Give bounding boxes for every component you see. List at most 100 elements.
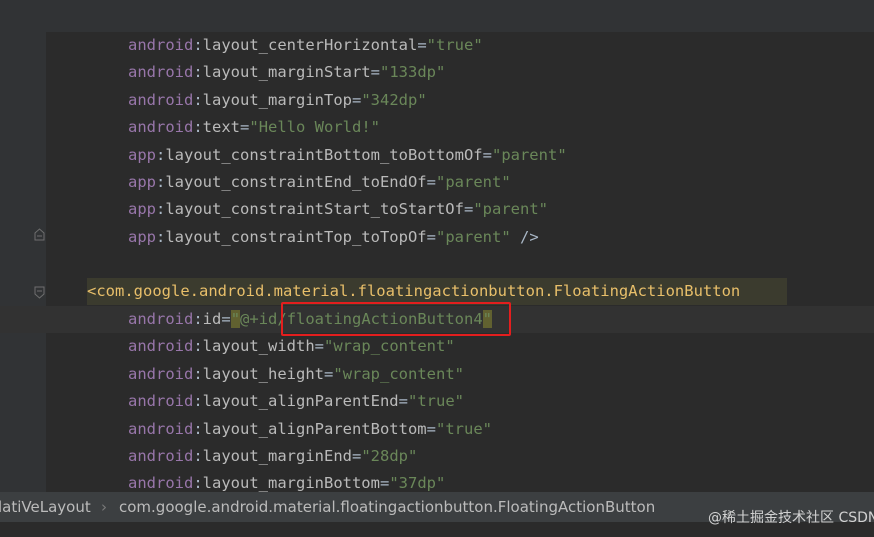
close-quote: " [482, 419, 492, 438]
equals: = [324, 364, 334, 383]
close-quote: " [408, 447, 418, 465]
code-line[interactable]: android:layout_width="wrap_content" [0, 333, 874, 360]
equals: = [379, 474, 390, 493]
code-editor[interactable]: android:layout_centerHorizontal="true" an… [0, 0, 874, 537]
close-quote: " [501, 173, 511, 191]
close-quote: " [436, 63, 446, 82]
code-line[interactable]: android:layout_alignParentBottom="true" [0, 416, 874, 443]
attribute-value: parent [482, 200, 539, 219]
attribute-name: text [202, 118, 240, 137]
tag-name: com.google.android.material.floatingacti… [96, 282, 741, 300]
namespace-prefix: app [128, 173, 156, 191]
attribute-name: layout_width [202, 337, 315, 356]
colon: : [156, 173, 166, 191]
code-line[interactable]: android:layout_marginEnd="28dp" [0, 443, 874, 470]
attribute-value: parent [445, 227, 502, 246]
namespace-prefix: android [128, 474, 194, 493]
code-line[interactable]: android:layout_centerHorizontal="true" [0, 32, 874, 59]
equals: = [426, 419, 436, 438]
open-quote: " [435, 173, 446, 191]
equals: = [351, 447, 362, 465]
code-line[interactable]: android:layout_marginTop="342dp" [0, 87, 874, 114]
attribute-name: layout_marginEnd [202, 447, 352, 465]
element-tag-line[interactable]: <com.google.android.material.floatingact… [0, 278, 874, 305]
code-line[interactable]: android:layout_alignParentEnd="true" [0, 388, 874, 415]
tag-open-bracket: < [87, 282, 97, 300]
attribute-value: true [436, 36, 474, 54]
colon: : [193, 474, 203, 493]
annotation-highlight-box [281, 302, 511, 336]
attribute-value: wrap_content [333, 337, 446, 356]
attribute-name: layout_constraintBottom_toBottomOf [165, 145, 483, 164]
code-line[interactable]: app:layout_constraintEnd_toEndOf="parent… [0, 169, 874, 196]
colon: : [156, 200, 166, 219]
namespace-prefix: android [128, 419, 194, 438]
breadcrumb-item-fab[interactable]: com.google.android.material.floatingacti… [119, 492, 655, 522]
open-quote: " [324, 337, 334, 356]
namespace-prefix: app [128, 200, 156, 219]
open-quote: " [249, 118, 259, 137]
equals: = [351, 90, 362, 109]
namespace-prefix: android [128, 447, 194, 465]
colon: : [193, 310, 203, 328]
open-quote: " [473, 200, 483, 219]
close-quote: " [454, 364, 465, 383]
namespace-prefix: android [128, 90, 194, 109]
code-line[interactable]: app:layout_constraintStart_toStartOf="pa… [0, 196, 874, 223]
open-quote: " [435, 419, 446, 438]
equals: = [426, 173, 436, 191]
equals: = [463, 200, 474, 219]
colon: : [193, 90, 203, 109]
colon: : [156, 145, 166, 164]
code-line[interactable]: app:layout_constraintTop_toTopOf="parent… [0, 224, 874, 251]
attribute-name: layout_centerHorizontal [202, 36, 418, 54]
close-quote: " [538, 200, 548, 219]
attribute-name: layout_constraintStart_toStartOf [165, 200, 464, 219]
open-quote: " [491, 145, 502, 164]
close-quote: " [417, 90, 427, 109]
attribute-name: layout_constraintTop_toTopOf [165, 227, 427, 246]
attribute-value: 37dp [398, 474, 436, 493]
breadcrumb-item-layout[interactable]: latiVeLayout [0, 492, 91, 522]
attribute-name: layout_alignParentBottom [202, 419, 427, 438]
close-quote: " [436, 474, 446, 493]
colon: : [193, 36, 203, 54]
equals: = [221, 310, 231, 328]
attribute-value: Hello World! [258, 118, 371, 137]
open-quote: " [333, 364, 343, 383]
attribute-name: layout_marginTop [202, 90, 352, 109]
colon: : [193, 364, 203, 383]
colon: : [193, 63, 203, 82]
namespace-prefix: app [128, 145, 156, 164]
attribute-value: wrap_content [342, 364, 455, 383]
namespace-prefix: android [128, 118, 194, 137]
equals: = [314, 337, 324, 356]
namespace-prefix: android [128, 392, 194, 411]
open-quote: " [230, 310, 241, 328]
code-line[interactable]: app:layout_constraintBottom_toBottomOf="… [0, 142, 874, 169]
colon: : [193, 419, 203, 438]
attribute-name: layout_constraintEnd_toEndOf [165, 173, 427, 191]
close-quote: " [370, 118, 381, 137]
code-line[interactable]: android:layout_height="wrap_content" [0, 361, 874, 388]
attribute-name: layout_height [202, 364, 324, 383]
code-line[interactable]: android:layout_marginStart="133dp" [0, 59, 874, 86]
namespace-prefix: android [128, 337, 194, 356]
attribute-value: 342dp [370, 90, 418, 109]
close-quote: " [501, 227, 511, 246]
open-quote: " [380, 63, 390, 82]
code-line[interactable]: android:text="Hello World!" [0, 114, 874, 141]
equals: = [482, 145, 492, 164]
open-quote: " [389, 474, 399, 493]
colon: : [193, 447, 203, 465]
equals: = [398, 392, 408, 411]
close-quote: " [454, 392, 464, 411]
open-quote: " [426, 36, 436, 54]
tag-close: /> [510, 227, 539, 246]
attribute-value: true [445, 419, 483, 438]
close-quote: " [445, 337, 455, 356]
colon: : [193, 118, 203, 137]
namespace-prefix: android [128, 310, 194, 328]
watermark: @稀土掘金技术社区 CSDN @孤酒_21L [708, 510, 874, 526]
open-quote: " [361, 447, 371, 465]
